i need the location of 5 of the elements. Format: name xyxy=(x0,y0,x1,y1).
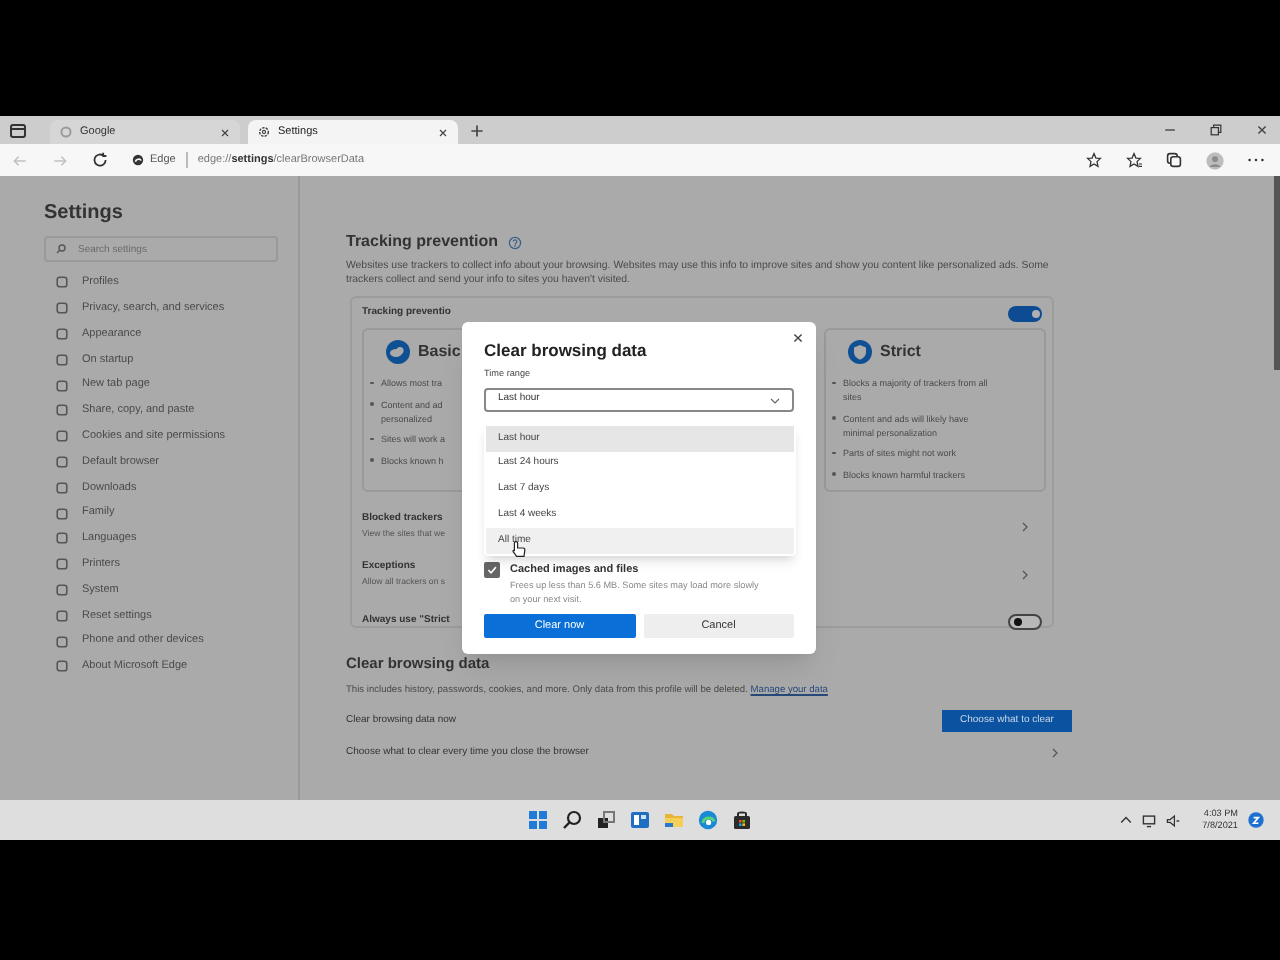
page-title: Settings xyxy=(44,202,125,226)
card-title: Basic xyxy=(418,340,461,364)
dialog-title: Clear browsing data xyxy=(484,338,649,360)
section-title: Tracking prevention xyxy=(346,230,499,254)
card-title: Strict xyxy=(880,340,921,364)
